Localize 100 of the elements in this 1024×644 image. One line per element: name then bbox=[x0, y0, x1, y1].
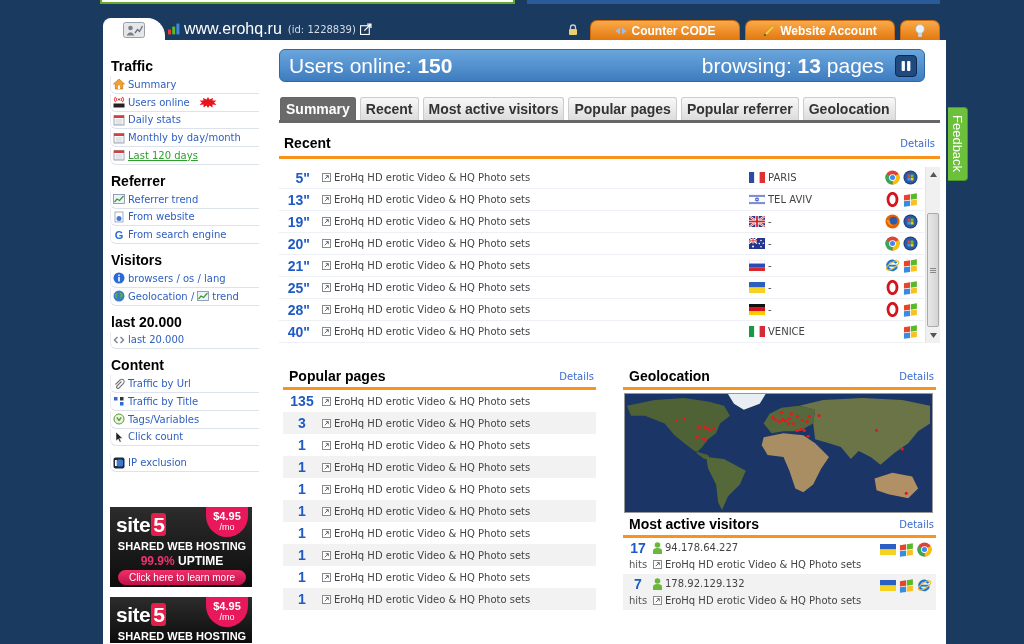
details-link[interactable]: Details bbox=[899, 518, 934, 530]
page-title-link[interactable]: EroHq HD erotic Video & HQ Photo sets bbox=[665, 595, 880, 606]
external-link-icon bbox=[322, 550, 331, 560]
page-title-link[interactable]: EroHq HD erotic Video & HQ Photo sets bbox=[334, 216, 749, 227]
external-link-icon bbox=[322, 418, 331, 428]
external-link-icon bbox=[359, 23, 372, 35]
tab[interactable]: Popular pages bbox=[568, 97, 677, 120]
stats-icon bbox=[123, 21, 145, 38]
visit-time: 25" bbox=[286, 279, 310, 296]
view-count: 1 bbox=[297, 547, 307, 563]
page-title-link[interactable]: EroHq HD erotic Video & HQ Photo sets bbox=[334, 461, 596, 473]
chevron-circle-icon bbox=[113, 413, 125, 426]
line-chart-icon bbox=[113, 193, 125, 206]
sidebar-link[interactable]: Geolocation / trend bbox=[110, 287, 259, 306]
external-link-icon bbox=[322, 440, 331, 450]
page-title-link[interactable]: EroHq HD erotic Video & HQ Photo sets bbox=[334, 593, 596, 605]
visit-time: 13" bbox=[286, 191, 310, 208]
sidebar-link[interactable]: Daily stats bbox=[110, 111, 259, 130]
page-title-link[interactable]: EroHq HD erotic Video & HQ Photo sets bbox=[334, 527, 596, 539]
sidebar-link[interactable]: Monthly by day/month bbox=[110, 129, 259, 147]
page-title-link[interactable]: EroHq HD erotic Video & HQ Photo sets bbox=[334, 304, 749, 315]
flag-icon bbox=[880, 580, 896, 591]
site-id: (id: 1228839) bbox=[287, 23, 356, 35]
sidebar-link[interactable]: From website bbox=[110, 208, 259, 227]
details-link[interactable]: Details bbox=[900, 137, 935, 149]
ip-address[interactable]: 178.92.129.132 bbox=[665, 578, 745, 589]
windows-orb-icon bbox=[903, 236, 918, 251]
opera-icon bbox=[885, 192, 900, 207]
page-title-link[interactable]: EroHq HD erotic Video & HQ Photo sets bbox=[334, 571, 596, 583]
page-title-link[interactable]: EroHq HD erotic Video & HQ Photo sets bbox=[334, 483, 596, 495]
scroll-up-arrow-icon bbox=[929, 172, 937, 177]
section-heading: Content bbox=[110, 357, 165, 376]
page-title-link[interactable]: EroHq HD erotic Video & HQ Photo sets bbox=[665, 559, 880, 570]
external-link-icon bbox=[322, 217, 331, 226]
external-link-icon bbox=[653, 596, 662, 605]
ad-banner[interactable]: site5 $4.95 /mo SHARED WEB HOSTING 99.9% UPTIME Click here to learn more bbox=[110, 507, 252, 587]
person-icon bbox=[653, 577, 662, 590]
sidebar-link[interactable]: browsers / os / lang bbox=[110, 270, 259, 288]
external-link-icon bbox=[322, 594, 331, 604]
windows-flag-icon bbox=[903, 280, 918, 295]
external-link-icon bbox=[322, 396, 331, 406]
external-link-icon bbox=[322, 305, 331, 314]
section-heading: Traffic bbox=[110, 58, 154, 76]
page-title-link[interactable]: EroHq HD erotic Video & HQ Photo sets bbox=[334, 238, 749, 249]
pause-button[interactable] bbox=[895, 54, 917, 77]
flag-icon bbox=[749, 238, 765, 249]
sidebar-link[interactable]: G From search engine bbox=[110, 226, 259, 244]
external-link-icon bbox=[322, 173, 331, 182]
page-title-link[interactable]: EroHq HD erotic Video & HQ Photo sets bbox=[334, 505, 596, 517]
tab[interactable]: Popular referrer bbox=[680, 97, 799, 120]
ad-banner[interactable]: site5 $4.95 /mo SHARED WEB HOSTING bbox=[110, 597, 252, 643]
view-count: 1 bbox=[297, 591, 307, 607]
sidebar-link[interactable]: Traffic by Title bbox=[110, 393, 259, 411]
sidebar-link[interactable]: Click count bbox=[110, 428, 259, 447]
tab[interactable]: Geolocation bbox=[802, 97, 896, 120]
sidebar-link[interactable]: last 20.000 bbox=[110, 331, 259, 350]
sidebar-link[interactable]: IP exclusion bbox=[110, 454, 259, 472]
sidebar-link[interactable]: Tags/Variables bbox=[110, 410, 259, 429]
sidebar-link[interactable]: Summary bbox=[110, 76, 259, 94]
scrollbar-thumb[interactable] bbox=[927, 213, 939, 327]
home-tab[interactable] bbox=[103, 18, 165, 40]
page-title-link[interactable]: EroHq HD erotic Video & HQ Photo sets bbox=[334, 260, 749, 271]
section-heading: Visitors bbox=[110, 252, 164, 270]
details-link[interactable]: Details bbox=[899, 370, 934, 382]
page-title-link[interactable]: EroHq HD erotic Video & HQ Photo sets bbox=[334, 549, 596, 561]
page-title-link[interactable]: EroHq HD erotic Video & HQ Photo sets bbox=[334, 439, 596, 451]
learn-more-button[interactable]: Click here to learn more bbox=[118, 570, 246, 585]
scrollbar[interactable] bbox=[925, 167, 940, 343]
flag-icon bbox=[749, 326, 765, 337]
tab[interactable]: Summary bbox=[280, 97, 356, 120]
padlock-icon bbox=[568, 23, 578, 35]
sidebar-link[interactable]: Users online bbox=[110, 93, 259, 112]
ip-address[interactable]: 94.178.64.227 bbox=[665, 542, 739, 553]
users-online-text: Users online: 150 bbox=[289, 53, 453, 78]
flag-icon bbox=[749, 304, 765, 315]
page-title-link[interactable]: EroHq HD erotic Video & HQ Photo sets bbox=[334, 326, 749, 337]
header-tab[interactable] bbox=[900, 20, 940, 40]
city-name: - bbox=[768, 282, 772, 293]
g-letter-icon: G bbox=[113, 228, 125, 241]
calendar-icon bbox=[113, 113, 125, 126]
sidebar-link[interactable]: Last 120 days bbox=[110, 147, 259, 165]
page-title-link[interactable]: EroHq HD erotic Video & HQ Photo sets bbox=[334, 395, 596, 407]
scroll-down-arrow-icon bbox=[929, 333, 937, 338]
page-title-link[interactable]: EroHq HD erotic Video & HQ Photo sets bbox=[334, 417, 596, 429]
visit-time: 20" bbox=[286, 235, 310, 252]
brand-logo: site5 bbox=[116, 604, 167, 625]
visit-time: 21" bbox=[286, 257, 310, 274]
city-name: TEL AVIV bbox=[768, 194, 812, 205]
page-title-link[interactable]: EroHq HD erotic Video & HQ Photo sets bbox=[334, 172, 749, 183]
page-title-link[interactable]: EroHq HD erotic Video & HQ Photo sets bbox=[334, 194, 749, 205]
site-name[interactable]: www.erohq.ru bbox=[184, 20, 282, 38]
page-title-link[interactable]: EroHq HD erotic Video & HQ Photo sets bbox=[334, 282, 749, 293]
globe-icon bbox=[113, 290, 125, 303]
opera-icon bbox=[885, 302, 900, 317]
calendar-icon bbox=[113, 131, 125, 144]
tab[interactable]: Most active visitors bbox=[422, 97, 565, 120]
tab[interactable]: Recent bbox=[359, 97, 419, 120]
sidebar-link[interactable]: Traffic by Url bbox=[110, 375, 259, 393]
details-link[interactable]: Details bbox=[559, 370, 594, 382]
sidebar-link[interactable]: Referrer trend bbox=[110, 190, 259, 209]
